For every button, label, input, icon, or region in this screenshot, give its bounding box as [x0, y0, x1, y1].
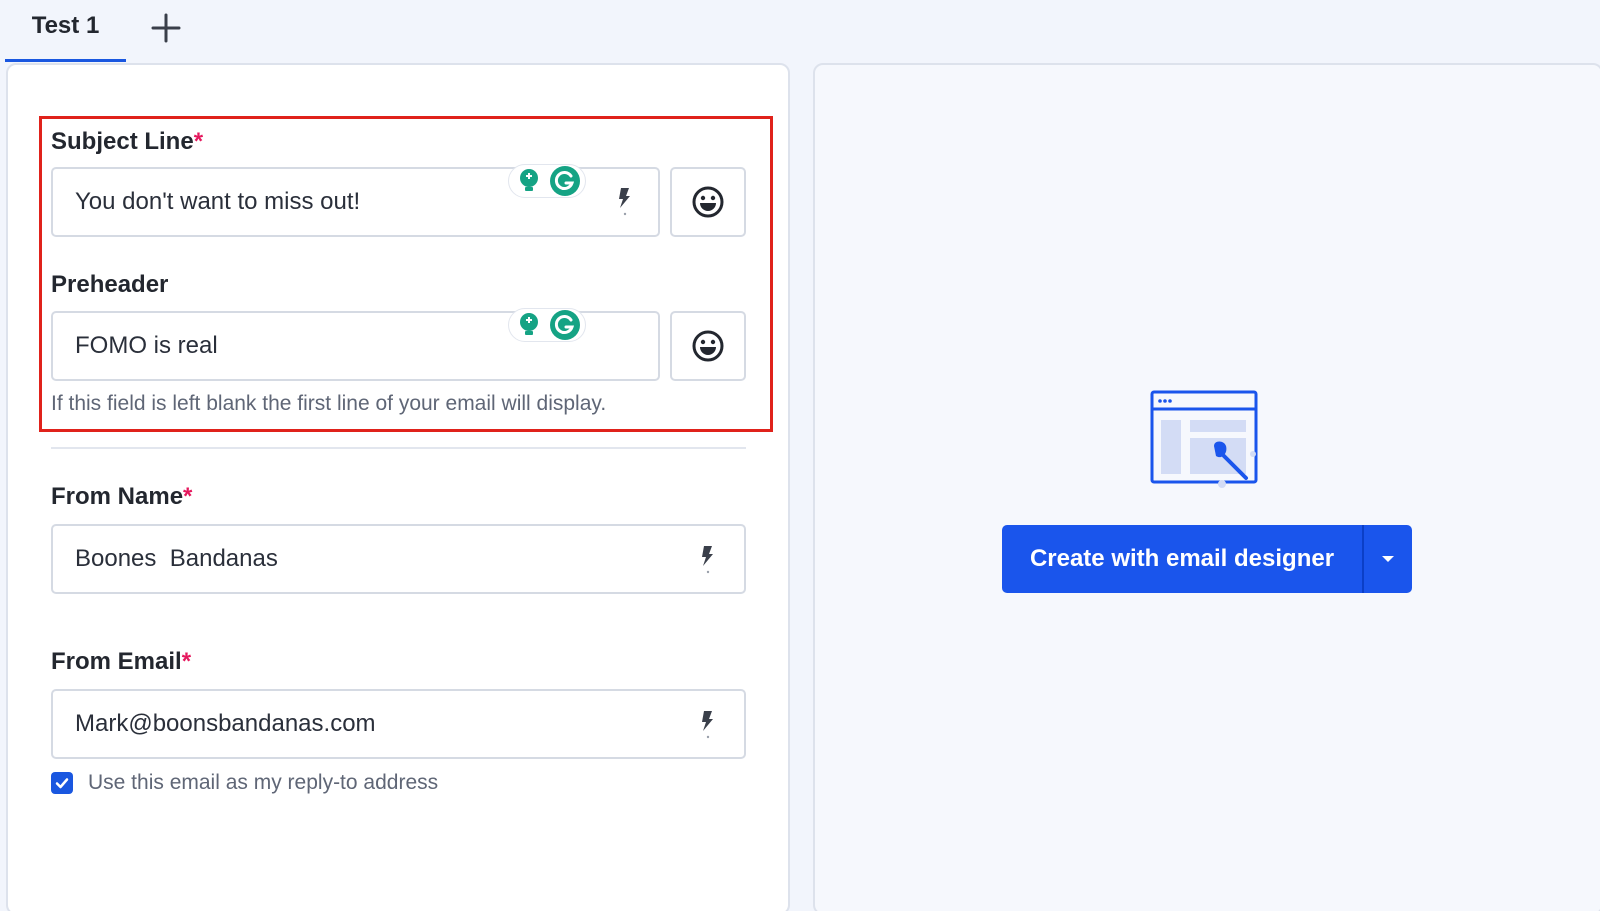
- from-name-label: From Name*: [51, 483, 192, 511]
- reply-to-label[interactable]: Use this email as my reply-to address: [88, 771, 438, 795]
- preheader-helper-text: If this field is left blank the first li…: [51, 392, 607, 415]
- subject-line-value: You don't want to miss out!: [75, 188, 361, 215]
- cta-dropdown-button[interactable]: [1364, 525, 1412, 593]
- lightbulb-icon: [514, 166, 544, 196]
- subject-line-label-text: Subject Line: [51, 128, 194, 155]
- smiley-icon: [692, 330, 724, 362]
- from-name-input[interactable]: Boones Bandanas: [51, 524, 746, 594]
- preheader-value: FOMO is real: [75, 332, 218, 359]
- preheader-emoji-button[interactable]: [670, 311, 746, 381]
- subject-emoji-button[interactable]: [670, 167, 746, 237]
- tab-test-1[interactable]: Test 1: [5, 0, 126, 62]
- required-mark: *: [193, 128, 204, 155]
- from-email-value: Mark@boonsbandanas.com: [75, 710, 376, 737]
- reply-to-checkbox[interactable]: [51, 772, 73, 794]
- tab-label: Test 1: [31, 12, 100, 39]
- grammarly-icon: [550, 166, 580, 196]
- required-mark: *: [183, 483, 193, 510]
- create-email-designer-button-group: Create with email designer: [1002, 525, 1412, 593]
- plus-icon: [151, 13, 181, 43]
- from-email-label-text: From Email: [51, 648, 182, 675]
- personalize-bolt-icon[interactable]: [700, 544, 714, 574]
- from-email-input[interactable]: Mark@boonsbandanas.com: [51, 689, 746, 759]
- grammarly-widget[interactable]: [508, 308, 586, 342]
- caret-down-icon: [1382, 556, 1394, 562]
- from-name-value: Boones Bandanas: [75, 545, 278, 572]
- personalize-bolt-icon[interactable]: [700, 709, 714, 739]
- smiley-icon: [692, 186, 724, 218]
- section-divider: [51, 447, 746, 449]
- add-tab-button[interactable]: [148, 10, 184, 46]
- grammarly-widget[interactable]: [508, 164, 586, 198]
- tab-bar: Test 1: [5, 0, 1595, 63]
- create-with-email-designer-button[interactable]: Create with email designer: [1002, 525, 1362, 593]
- personalize-bolt-icon[interactable]: [617, 186, 631, 216]
- email-designer-illustration-icon: [1150, 390, 1258, 488]
- required-mark: *: [181, 648, 192, 675]
- checkmark-icon: [55, 778, 69, 789]
- grammarly-icon: [550, 310, 580, 340]
- preheader-label-text: Preheader: [51, 271, 169, 298]
- subject-line-label: Subject Line*: [51, 128, 203, 156]
- from-name-label-text: From Name: [51, 483, 184, 510]
- preheader-label: Preheader: [51, 271, 168, 299]
- lightbulb-icon: [514, 310, 544, 340]
- from-email-label: From Email*: [51, 648, 191, 676]
